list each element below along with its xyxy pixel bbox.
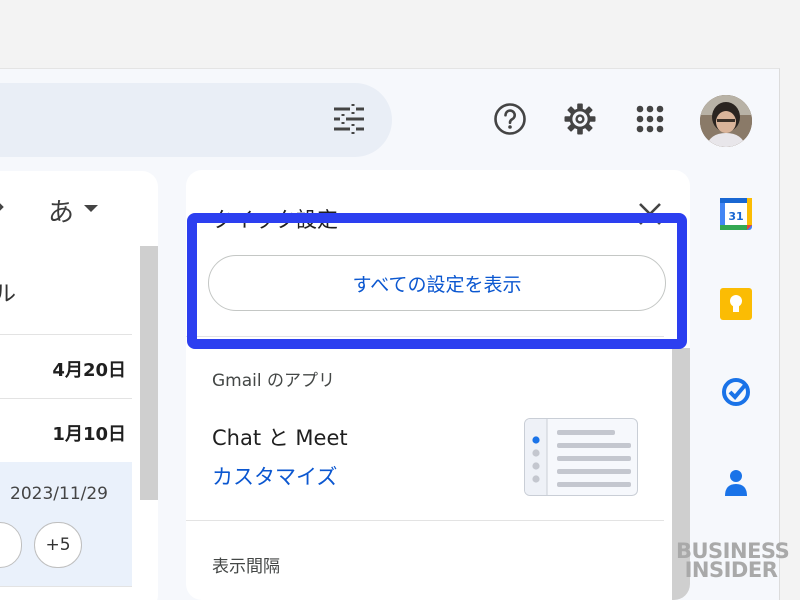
calendar-icon[interactable]: 31 [716, 194, 756, 234]
density-section-title: 表示間隔 [212, 557, 280, 577]
keep-icon[interactable] [716, 284, 756, 324]
apps-section-title: Gmail のアプリ [212, 371, 336, 391]
row-divider [0, 334, 132, 335]
search-options-icon[interactable] [332, 103, 366, 135]
partial-label: ル [0, 282, 17, 307]
settings-gear-icon[interactable] [562, 101, 598, 137]
more-attachments-chip[interactable]: +5 [34, 522, 82, 568]
mail-scrollbar[interactable] [140, 246, 158, 500]
layout-preview-thumbnail[interactable] [524, 418, 638, 496]
caret-down-icon[interactable] [84, 205, 98, 212]
apps-grid-icon[interactable] [632, 101, 668, 137]
tasks-icon[interactable] [716, 372, 756, 412]
chat-meet-label: Chat と Meet [212, 426, 348, 450]
calendar-day: 31 [728, 210, 743, 223]
input-tools-button[interactable]: あ [48, 192, 74, 229]
chevron-right-icon[interactable] [0, 196, 6, 218]
highlight-outline [187, 213, 687, 349]
business-insider-logo: BUSINESS INSIDER [676, 541, 790, 582]
mail-date: 1月10日 [52, 424, 126, 445]
customize-link[interactable]: カスタマイズ [212, 461, 337, 491]
mail-date: 4月20日 [52, 360, 126, 381]
help-icon[interactable] [492, 101, 528, 137]
row-divider [0, 586, 132, 587]
row-divider [0, 398, 132, 399]
page-gutter [780, 68, 800, 600]
divider [186, 520, 664, 521]
logo-line-2: INSIDER [684, 558, 778, 582]
account-avatar[interactable] [700, 95, 752, 147]
mail-date: 2023/11/29 [10, 484, 108, 504]
contacts-icon[interactable] [716, 462, 756, 502]
